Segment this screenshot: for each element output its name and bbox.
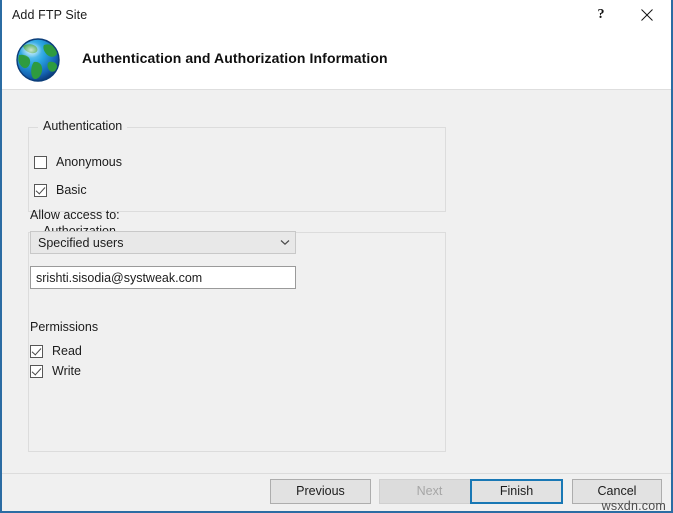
next-button: Next (379, 479, 480, 504)
checkbox-row-anonymous[interactable]: Anonymous (34, 153, 122, 171)
globe-icon (16, 38, 60, 82)
basic-label: Basic (56, 183, 87, 197)
permissions-label: Permissions (30, 320, 99, 334)
allow-access-selected-value: Specified users (38, 235, 124, 250)
authentication-group: Authentication Anonymous Basic (28, 119, 446, 212)
write-label: Write (52, 364, 81, 378)
question-mark-icon: ? (597, 7, 605, 22)
add-ftp-site-dialog: Add FTP Site ? Authentication and Author… (0, 0, 673, 513)
dialog-header: Authentication and Authorization Informa… (2, 31, 671, 90)
checkbox-row-write[interactable]: Write (30, 362, 81, 380)
close-icon (641, 9, 653, 21)
checkbox-row-read[interactable]: Read (30, 342, 82, 360)
close-button[interactable] (625, 0, 669, 30)
allow-access-dropdown[interactable]: Specified users (30, 231, 296, 254)
allow-access-label: Allow access to: (30, 208, 120, 222)
checkbox-row-basic[interactable]: Basic (34, 181, 87, 199)
basic-checkbox[interactable] (34, 183, 47, 197)
authorization-group: Authorization (28, 224, 446, 452)
specified-users-input[interactable] (30, 266, 296, 289)
page-title: Authentication and Authorization Informa… (82, 50, 388, 66)
read-label: Read (52, 344, 82, 358)
anonymous-checkbox[interactable] (34, 155, 47, 169)
anonymous-label: Anonymous (56, 155, 123, 169)
help-button[interactable]: ? (579, 0, 623, 30)
title-bar: Add FTP Site ? (2, 0, 671, 32)
dialog-footer: Previous Next Finish Cancel wsxdn.com (2, 473, 671, 513)
authentication-group-label: Authentication (38, 119, 128, 133)
read-checkbox[interactable] (30, 344, 43, 358)
chevron-down-icon (275, 232, 295, 253)
watermark: wsxdn.com (601, 499, 666, 513)
window-title: Add FTP Site (12, 8, 88, 22)
write-checkbox[interactable] (30, 364, 43, 378)
previous-button[interactable]: Previous (270, 479, 371, 504)
dialog-body: Authentication Anonymous Basic Authoriza… (2, 90, 671, 473)
finish-button[interactable]: Finish (470, 479, 563, 504)
